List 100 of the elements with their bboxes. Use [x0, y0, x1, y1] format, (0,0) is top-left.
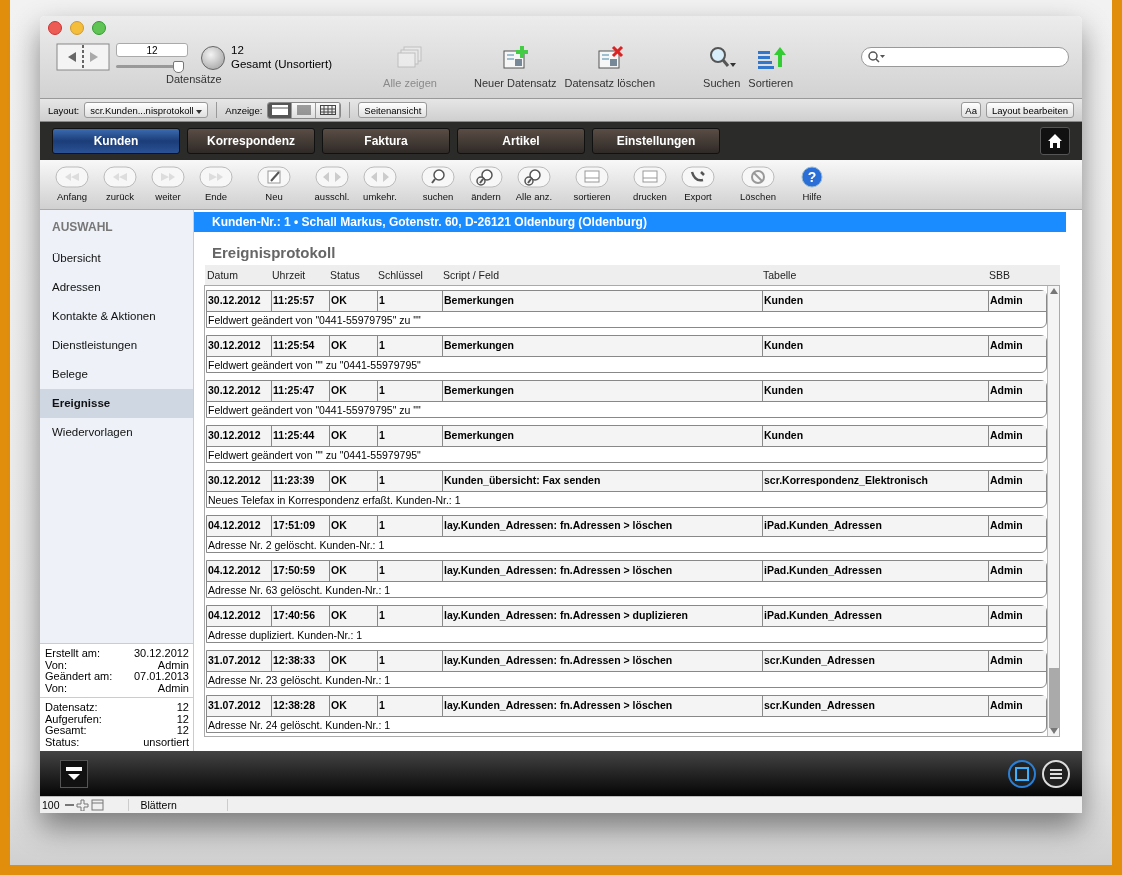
sidebar-item[interactable]: Kontakte & Aktionen — [40, 302, 193, 331]
mode-label: Blättern — [127, 799, 228, 811]
table-cell: OK — [330, 426, 378, 446]
sort-button[interactable]: Sortieren — [744, 43, 797, 91]
column-header: Schlüssel — [378, 269, 424, 281]
view-label: Anzeige: — [225, 104, 263, 116]
info-label: Von: — [45, 682, 68, 694]
column-header: Script / Feld — [443, 269, 501, 281]
table-cell: 17:50:59 — [272, 561, 330, 581]
form-view-button[interactable] — [268, 102, 293, 118]
modify-button[interactable]: ändern — [462, 166, 510, 202]
table-cell-text: Admin — [989, 428, 1024, 443]
new-button[interactable]: Neu — [250, 166, 298, 202]
event-record[interactable]: 30.12.2012 11:25:44 OK 1 Bemerkungen Kunden Admin Feldwert geändert von "" zu "0441-55979795" — [206, 425, 1047, 463]
invert-button[interactable]: umkehr. — [356, 166, 404, 202]
form-view-button[interactable] — [1008, 759, 1036, 788]
table-cell: 1 — [378, 426, 443, 446]
zoom-button[interactable] — [92, 21, 106, 35]
sort-button[interactable]: sortieren — [568, 166, 616, 202]
nav-tab[interactable]: Faktura — [322, 128, 450, 154]
nav-tab[interactable]: Einstellungen — [592, 128, 720, 154]
table-cell: Kunden — [763, 381, 989, 401]
zoom-controls-icon[interactable] — [63, 799, 104, 811]
preview-button[interactable]: Seitenansicht — [358, 102, 428, 118]
record-book-icon[interactable] — [56, 43, 110, 71]
help-button[interactable]: ? Hilfe — [790, 166, 834, 202]
nav-tab[interactable]: Korrespondenz — [187, 128, 315, 154]
table-cell: 11:25:47 — [272, 381, 330, 401]
table-cell: OK — [330, 696, 378, 716]
records-label: Datensätze — [166, 73, 223, 85]
omit-button[interactable]: ausschl. — [308, 166, 356, 202]
table-cell: OK — [330, 516, 378, 536]
delete-button[interactable]: Datensatz löschen — [560, 43, 660, 91]
table-cell: Bemerkungen — [443, 336, 763, 356]
sidebar-item[interactable]: Belege — [40, 360, 193, 389]
layout-label: Layout: — [48, 104, 80, 116]
table-cell: 1 — [378, 651, 443, 671]
nav-tab[interactable]: Kunden — [52, 128, 180, 154]
delete-button[interactable]: Löschen — [734, 166, 782, 202]
new-button[interactable]: Neuer Datensatz — [470, 43, 561, 91]
event-record[interactable]: 30.12.2012 11:25:47 OK 1 Bemerkungen Kunden Admin Feldwert geändert von "0441-55979795" zu "" — [206, 380, 1047, 418]
table-cell: 11:25:57 — [272, 291, 330, 311]
table-cell: lay.Kunden_Adressen: fn.Adressen > löschen — [443, 696, 763, 716]
table-cell: 11:25:44 — [272, 426, 330, 446]
table-cell: Kunden — [763, 426, 989, 446]
table-cell: lay.Kunden_Adressen: fn.Adressen > löschen — [443, 651, 763, 671]
table-cell: 1 — [378, 336, 443, 356]
find-button[interactable]: suchen — [414, 166, 462, 202]
section-title: Ereignisprotokoll — [211, 243, 337, 263]
info-label: Gesamt: — [45, 725, 87, 737]
sidebar-item[interactable]: Adressen — [40, 273, 193, 302]
toggle-header-button[interactable] — [60, 759, 88, 788]
view-selector[interactable] — [267, 101, 342, 119]
event-detail: Adresse Nr. 2 gelöscht. Kunden-Nr.: 1 — [207, 538, 386, 553]
record-number-field[interactable]: 12 — [116, 43, 188, 57]
table-view-button[interactable] — [316, 102, 341, 118]
next-button[interactable]: weiter — [144, 166, 192, 202]
home-button[interactable] — [1040, 127, 1070, 155]
scroll-up-icon — [1049, 288, 1058, 294]
table-cell: 30.12.2012 — [207, 381, 272, 401]
sidebar-item[interactable]: Wiedervorlagen — [40, 418, 193, 447]
last-icon — [199, 166, 233, 188]
forward-icon — [151, 166, 185, 188]
record-slider[interactable] — [116, 61, 186, 73]
close-button[interactable] — [48, 21, 62, 35]
table-cell: OK — [330, 336, 378, 356]
info-value: Admin — [157, 659, 189, 671]
table-cell: lay.Kunden_Adressen: fn.Adressen > duplizieren — [443, 606, 763, 626]
table-cell: 30.12.2012 — [207, 471, 272, 491]
nav-tab[interactable]: Artikel — [457, 128, 585, 154]
event-record[interactable]: 30.12.2012 11:25:54 OK 1 Bemerkungen Kunden Admin Feldwert geändert von "" zu "0441-55979795" — [206, 335, 1047, 373]
layout-dropdown[interactable]: scr.Kunden...nisprotokoll — [84, 102, 209, 118]
back-icon — [103, 166, 137, 188]
event-detail: Adresse dupliziert. Kunden-Nr.: 1 — [207, 628, 364, 643]
print-button[interactable]: drucken — [626, 166, 674, 202]
search-icon — [868, 51, 886, 63]
find-button[interactable]: Suchen — [699, 43, 745, 91]
font-button[interactable]: Aa — [961, 102, 981, 118]
export-button[interactable]: Export — [674, 166, 722, 202]
table-cell: 04.12.2012 — [207, 606, 272, 626]
sidebar-item[interactable]: Dienstleistungen — [40, 331, 193, 360]
event-record[interactable]: 31.07.2012 12:38:28 OK 1 lay.Kunden_Adressen: fn.Adressen > löschen scr.Kunden_Adressen Admin Adresse Nr. 24 gelöscht. Kunden-Nr.: 1 — [206, 695, 1047, 733]
sidebar-item[interactable]: Übersicht — [40, 244, 193, 273]
search-field[interactable] — [861, 47, 1069, 67]
table-view-icon — [319, 105, 336, 115]
scrollbar[interactable] — [1047, 286, 1059, 736]
table-cell-text: Admin — [989, 293, 1024, 308]
sidebar-item[interactable]: Ereignisse — [40, 389, 193, 418]
last-button[interactable]: Ende — [192, 166, 240, 202]
table-cell: 1 — [378, 696, 443, 716]
showall-button[interactable]: Alle anz. — [510, 166, 558, 202]
event-record[interactable]: 30.12.2012 11:25:57 OK 1 Bemerkungen Kunden Admin Feldwert geändert von "0441-55979795" zu "" — [206, 290, 1047, 328]
form-view-icon — [271, 105, 288, 115]
edit-layout-button[interactable]: Layout bearbeiten — [985, 102, 1074, 118]
first-button[interactable]: Anfang — [48, 166, 96, 202]
table-cell-text: Admin — [989, 698, 1024, 713]
scroll-thumb[interactable] — [1048, 668, 1059, 728]
table-cell-text: Admin — [989, 473, 1024, 488]
prev-button[interactable]: zurück — [96, 166, 144, 202]
sort-up-icon — [755, 45, 786, 71]
